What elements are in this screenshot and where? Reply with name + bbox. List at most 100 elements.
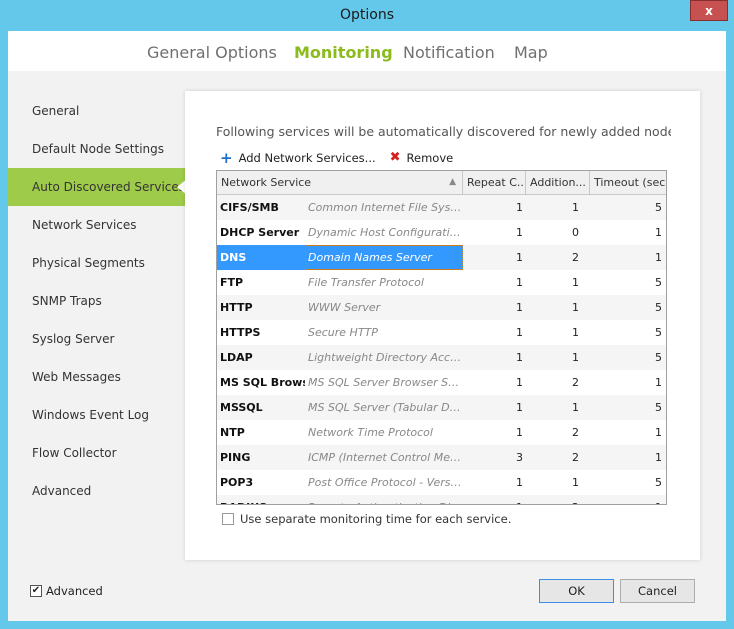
timeout-cell: 5 bbox=[655, 276, 662, 289]
repeat-count-cell: 1 bbox=[516, 401, 523, 414]
repeat-count-cell: 1 bbox=[516, 226, 523, 239]
column-header-timeout[interactable]: Timeout (sec) bbox=[590, 171, 666, 194]
table-row[interactable]: PING ICMP (Internet Control Messag... 3 2 1 bbox=[217, 445, 666, 470]
service-description-cell: MS SQL Server Browser Service bbox=[308, 376, 463, 389]
timeout-cell: 5 bbox=[655, 476, 662, 489]
tab-notification[interactable]: Notification bbox=[403, 43, 495, 62]
table-row[interactable]: DNS Domain Names Server 1 2 1 bbox=[217, 245, 666, 270]
grid-toolbar: + Add Network Services... ✖ Remove bbox=[220, 150, 453, 165]
table-row[interactable]: LDAP Lightweight Directory Access P... 1 1 5 bbox=[217, 345, 666, 370]
separate-time-checkbox[interactable] bbox=[222, 513, 234, 525]
table-row[interactable]: NTP Network Time Protocol 1 2 1 bbox=[217, 420, 666, 445]
repeat-count-cell: 1 bbox=[516, 201, 523, 214]
additional-cell: 0 bbox=[572, 226, 579, 239]
timeout-cell: 1 bbox=[655, 451, 662, 464]
tab-monitoring[interactable]: Monitoring bbox=[294, 43, 393, 62]
intro-text: Following services will be automatically… bbox=[216, 124, 671, 139]
column-header-network-service[interactable]: Network Service ▲ bbox=[217, 171, 463, 194]
service-name-cell: MSSQL bbox=[220, 401, 263, 414]
table-row[interactable]: HTTPS Secure HTTP 1 1 5 bbox=[217, 320, 666, 345]
service-name-cell: LDAP bbox=[220, 351, 253, 364]
repeat-count-cell: 1 bbox=[516, 276, 523, 289]
service-description-cell: WWW Server bbox=[308, 301, 381, 314]
service-name-cell: PING bbox=[220, 451, 251, 464]
sidebar-item-network-services[interactable]: Network Services bbox=[8, 206, 186, 244]
additional-cell: 2 bbox=[572, 376, 579, 389]
grid-header: Network Service ▲ Repeat C... Addition..… bbox=[217, 171, 666, 195]
table-row[interactable]: HTTP WWW Server 1 1 5 bbox=[217, 295, 666, 320]
column-header-additional[interactable]: Addition... bbox=[526, 171, 590, 194]
sidebar-item-windows-event-log[interactable]: Windows Event Log bbox=[8, 396, 186, 434]
service-name-cell: HTTPS bbox=[220, 326, 261, 339]
sidebar-item-default-node-settings[interactable]: Default Node Settings bbox=[8, 130, 186, 168]
sidebar-item-general[interactable]: General bbox=[8, 92, 186, 130]
sidebar-item-web-messages[interactable]: Web Messages bbox=[8, 358, 186, 396]
add-label: Add Network Services... bbox=[238, 150, 376, 165]
repeat-count-cell: 1 bbox=[516, 426, 523, 439]
sidebar-item-snmp-traps[interactable]: SNMP Traps bbox=[8, 282, 186, 320]
repeat-count-cell: 3 bbox=[516, 451, 523, 464]
service-description-cell: MS SQL Server (Tabular Data St... bbox=[308, 401, 463, 414]
column-header-repeat-count[interactable]: Repeat C... bbox=[463, 171, 526, 194]
repeat-count-cell: 1 bbox=[516, 326, 523, 339]
service-name-cell: DHCP Server bbox=[220, 226, 300, 239]
content-panel: Following services will be automatically… bbox=[185, 91, 700, 560]
sidebar-item-flow-collector[interactable]: Flow Collector bbox=[8, 434, 186, 472]
additional-cell: 1 bbox=[572, 201, 579, 214]
tab-general-options[interactable]: General Options bbox=[147, 43, 277, 62]
advanced-option[interactable]: ✔ Advanced bbox=[30, 584, 103, 598]
sidebar-item-physical-segments[interactable]: Physical Segments bbox=[8, 244, 186, 282]
service-name-cell: HTTP bbox=[220, 301, 253, 314]
sidebar: General Default Node Settings Auto Disco… bbox=[8, 92, 187, 510]
timeout-cell: 5 bbox=[655, 401, 662, 414]
timeout-cell: 1 bbox=[655, 426, 662, 439]
service-description-cell: Network Time Protocol bbox=[308, 426, 433, 439]
timeout-cell: 5 bbox=[655, 351, 662, 364]
service-name-cell: POP3 bbox=[220, 476, 254, 489]
table-row[interactable]: POP3 Post Office Protocol - Version 3 1 1 5 bbox=[217, 470, 666, 495]
table-row[interactable]: MS SQL BrowserMS SQL Server Browser Serv… bbox=[217, 370, 666, 395]
ok-button[interactable]: OK bbox=[539, 579, 614, 603]
service-name-cell: MS SQL Browser bbox=[220, 376, 305, 389]
timeout-cell: 1 bbox=[655, 376, 662, 389]
grid-body: CIFS/SMB Common Internet File System o...… bbox=[217, 195, 666, 504]
service-description-cell: Common Internet File System o... bbox=[308, 201, 463, 214]
separate-time-option[interactable]: Use separate monitoring time for each se… bbox=[222, 512, 511, 526]
timeout-cell: 1 bbox=[655, 226, 662, 239]
timeout-cell: 1 bbox=[590, 495, 665, 504]
remove-x-icon: ✖ bbox=[389, 150, 401, 165]
timeout-cell: 1 bbox=[655, 251, 662, 264]
table-row[interactable]: DHCP Server Dynamic Host Configuration P.… bbox=[217, 220, 666, 245]
tab-map[interactable]: Map bbox=[514, 43, 548, 62]
table-row[interactable]: FTP File Transfer Protocol 1 1 5 bbox=[217, 270, 666, 295]
close-button[interactable]: x bbox=[690, 0, 728, 21]
additional-cell: 2 bbox=[526, 495, 590, 504]
repeat-count-cell: 1 bbox=[516, 251, 523, 264]
repeat-count-cell: 1 bbox=[516, 301, 523, 314]
additional-cell: 2 bbox=[572, 451, 579, 464]
add-network-services-button[interactable]: + Add Network Services... bbox=[220, 150, 376, 165]
advanced-label: Advanced bbox=[46, 584, 103, 598]
table-row[interactable]: MSSQL MS SQL Server (Tabular Data St... 1 1… bbox=[217, 395, 666, 420]
sidebar-item-auto-discovered-services[interactable]: Auto Discovered Services bbox=[8, 168, 187, 206]
separate-time-label: Use separate monitoring time for each se… bbox=[240, 512, 512, 526]
advanced-checkbox[interactable]: ✔ bbox=[30, 585, 42, 597]
service-description-cell: Post Office Protocol - Version 3 bbox=[308, 476, 463, 489]
additional-cell: 1 bbox=[572, 326, 579, 339]
timeout-cell: 5 bbox=[655, 201, 662, 214]
table-row[interactable]: CIFS/SMB Common Internet File System o...… bbox=[217, 195, 666, 220]
service-name-cell: FTP bbox=[220, 276, 244, 289]
table-row[interactable]: RADIUSRemote Authentication Dial In...12… bbox=[217, 495, 666, 504]
window-title: Options bbox=[339, 7, 395, 23]
service-description-cell: Domain Names Server bbox=[305, 245, 463, 270]
service-description-cell: Lightweight Directory Access P... bbox=[308, 351, 463, 364]
cancel-button[interactable]: Cancel bbox=[620, 579, 695, 603]
remove-button[interactable]: ✖ Remove bbox=[390, 150, 454, 165]
options-window: General Options Monitoring Notification … bbox=[8, 31, 726, 621]
sidebar-item-syslog-server[interactable]: Syslog Server bbox=[8, 320, 186, 358]
additional-cell: 2 bbox=[572, 251, 579, 264]
service-name-cell: NTP bbox=[220, 426, 245, 439]
sidebar-item-advanced[interactable]: Advanced bbox=[8, 472, 186, 510]
service-description-cell: File Transfer Protocol bbox=[308, 276, 424, 289]
additional-cell: 1 bbox=[572, 276, 579, 289]
